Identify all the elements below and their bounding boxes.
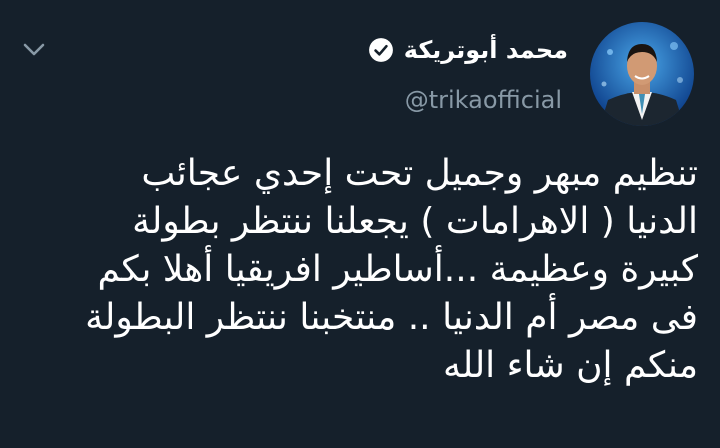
tweet-text-line: فى مصر أم الدنيا .. منتخبنا ننتظر البطول… (85, 297, 698, 338)
tweet-card: محمد أبوتريكة @trikaofficial تنظيم مبهر … (0, 0, 720, 448)
tweet-text: تنظيم مبهر وجميل تحت إحدي عجائب الدنيا (… (18, 150, 698, 390)
author-row: محمد أبوتريكة (368, 30, 568, 70)
chevron-down-icon[interactable] (22, 42, 46, 58)
verified-badge-icon (368, 38, 393, 62)
tweet-text-line: كبيرة وعظيمة ...أساطير افريقيا أهلا بكم (97, 249, 699, 290)
author-display-name[interactable]: محمد أبوتريكة (404, 36, 568, 64)
avatar-image (590, 22, 694, 126)
tweet-text-line: الدنيا ( الاهرامات ) يجعلنا ننتظر بطولة (132, 201, 698, 242)
avatar[interactable] (590, 22, 694, 126)
author-handle[interactable]: @trikaofficial (405, 86, 562, 114)
tweet-text-line: منكم إن شاء الله (442, 345, 698, 386)
tweet-text-line: تنظيم مبهر وجميل تحت إحدي عجائب (141, 153, 698, 194)
